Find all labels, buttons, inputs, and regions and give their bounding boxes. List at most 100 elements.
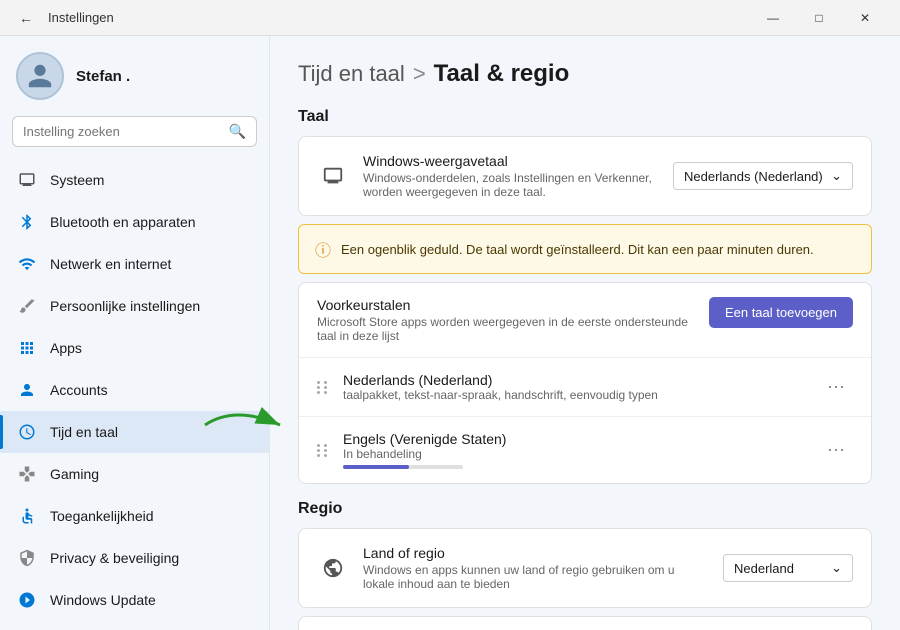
sidebar-label-systeem: Systeem [50,172,104,188]
globe-icon [317,552,349,584]
breadcrumb-parent: Tijd en taal [298,61,405,87]
maximize-button[interactable]: □ [796,0,842,36]
weergavetaal-row: Windows-weergavetaal Windows-onderdelen,… [299,137,871,215]
weergavetaal-dropdown[interactable]: Nederlands (Nederland) ⌄ [673,162,853,190]
regio-section: Regio Land of regio Windows en apps kunn… [298,500,872,630]
sidebar-item-apps[interactable]: Apps [0,327,269,369]
land-content: Land of regio Windows en apps kunnen uw … [363,545,709,591]
sidebar-item-bluetooth[interactable]: Bluetooth en apparaten [0,201,269,243]
weergavetaal-content: Windows-weergavetaal Windows-onderdelen,… [363,153,659,199]
close-button[interactable]: ✕ [842,0,888,36]
sidebar-label-update: Windows Update [50,592,156,608]
breadcrumb-current: Taal & regio [434,60,570,88]
regionale-card: Regionale instellingen Nederlands (Neder… [298,616,872,630]
monitor-small-icon [317,160,349,192]
account-icon [16,379,38,401]
land-desc: Windows en apps kunnen uw land of regio … [363,563,709,591]
user-name: Stefan . [76,68,130,85]
voorkeurstalen-card: Voorkeurstalen Microsoft Store apps word… [298,282,872,484]
minimize-button[interactable]: — [750,0,796,36]
user-section: Stefan . [0,52,269,116]
language-item-en: Engels (Verenigde Staten) In behandeling… [299,416,871,483]
accessibility-icon [16,505,38,527]
land-row: Land of regio Windows en apps kunnen uw … [299,529,871,607]
search-input[interactable] [23,124,221,139]
window-title: Instellingen [48,10,750,25]
sidebar-label-bluetooth: Bluetooth en apparaten [50,214,196,230]
titlebar: ← Instellingen — □ ✕ [0,0,900,36]
back-button[interactable]: ← [12,4,40,32]
window-controls: — □ ✕ [750,0,888,36]
privacy-icon [16,547,38,569]
update-icon [16,589,38,611]
sidebar-label-privacy: Privacy & beveiliging [50,550,179,566]
land-title: Land of regio [363,545,709,561]
drag-handle-en[interactable] [317,444,329,457]
sidebar-item-accounts[interactable]: Accounts [0,369,269,411]
selected-land: Nederland [734,561,794,576]
language-more-button-en[interactable]: ⋯ [819,436,853,465]
search-icon: 🔍 [229,123,246,140]
dropdown-chevron-icon: ⌄ [831,168,842,184]
sidebar-item-update[interactable]: Windows Update [0,579,269,621]
lang-name-nl: Nederlands (Nederland) [343,372,805,388]
avatar [16,52,64,100]
warning-icon: ⓘ [315,237,331,261]
land-dropdown-chevron-icon: ⌄ [831,560,842,576]
sidebar-item-gaming[interactable]: Gaming [0,453,269,495]
sidebar-item-persoonlijk[interactable]: Persoonlijke instellingen [0,285,269,327]
sidebar: Stefan . 🔍 Systeem Bluetooth en apparate… [0,36,270,630]
sidebar-item-privacy[interactable]: Privacy & beveiliging [0,537,269,579]
sidebar-label-tijd: Tijd en taal [50,424,118,440]
sidebar-label-toegankelijkheid: Toegankelijkheid [50,508,154,524]
sidebar-label-netwerk: Netwerk en internet [50,256,171,272]
main-content: Tijd en taal > Taal & regio Taal Windows… [270,36,900,630]
weergavetaal-title: Windows-weergavetaal [363,153,659,169]
regionale-row: Regionale instellingen Nederlands (Neder… [299,617,871,630]
progress-bar-container [343,465,463,469]
search-box[interactable]: 🔍 [12,116,257,147]
sidebar-item-netwerk[interactable]: Netwerk en internet [0,243,269,285]
network-icon [16,253,38,275]
breadcrumb: Tijd en taal > Taal & regio [298,60,872,88]
language-item-nl: Nederlands (Nederland) taalpakket, tekst… [299,357,871,416]
app-container: Stefan . 🔍 Systeem Bluetooth en apparate… [0,36,900,630]
sidebar-item-toegankelijkheid[interactable]: Toegankelijkheid [0,495,269,537]
sidebar-item-systeem[interactable]: Systeem [0,159,269,201]
warning-text: Een ogenblik geduld. De taal wordt geïns… [341,242,814,257]
lang-status-en: In behandeling [343,447,805,461]
voorkeur-title: Voorkeurstalen [317,297,695,313]
land-select[interactable]: Nederland ⌄ [723,554,853,582]
land-dropdown[interactable]: Nederland ⌄ [723,554,853,582]
brush-icon [16,295,38,317]
drag-dots-nl [317,381,329,394]
drag-handle-nl[interactable] [317,381,329,394]
voorkeur-desc: Microsoft Store apps worden weergegeven … [317,315,695,343]
language-more-button-nl[interactable]: ⋯ [819,373,853,402]
sidebar-item-tijd[interactable]: Tijd en taal [0,411,269,453]
breadcrumb-separator: > [413,61,426,87]
language-select[interactable]: Nederlands (Nederland) ⌄ [673,162,853,190]
voorkeur-header: Voorkeurstalen Microsoft Store apps word… [299,283,871,357]
lang-info-en: Engels (Verenigde Staten) In behandeling [343,431,805,469]
weergavetaal-desc: Windows-onderdelen, zoals Instellingen e… [363,171,659,199]
weergavetaal-card: Windows-weergavetaal Windows-onderdelen,… [298,136,872,216]
lang-info-nl: Nederlands (Nederland) taalpakket, tekst… [343,372,805,402]
apps-icon [16,337,38,359]
add-language-button[interactable]: Een taal toevoegen [709,297,853,328]
sidebar-label-apps: Apps [50,340,82,356]
bluetooth-icon [16,211,38,233]
lang-features-nl: taalpakket, tekst-naar-spraak, handschri… [343,388,805,402]
taal-section-title: Taal [298,108,872,126]
land-card: Land of regio Windows en apps kunnen uw … [298,528,872,608]
gaming-icon [16,463,38,485]
sidebar-label-gaming: Gaming [50,466,99,482]
monitor-icon [16,169,38,191]
progress-bar [343,465,409,469]
clock-icon [16,421,38,443]
sidebar-label-persoonlijk: Persoonlijke instellingen [50,298,200,314]
selected-language: Nederlands (Nederland) [684,169,823,184]
lang-name-en: Engels (Verenigde Staten) [343,431,805,447]
drag-dots-en [317,444,329,457]
warning-banner: ⓘ Een ogenblik geduld. De taal wordt geï… [298,224,872,274]
